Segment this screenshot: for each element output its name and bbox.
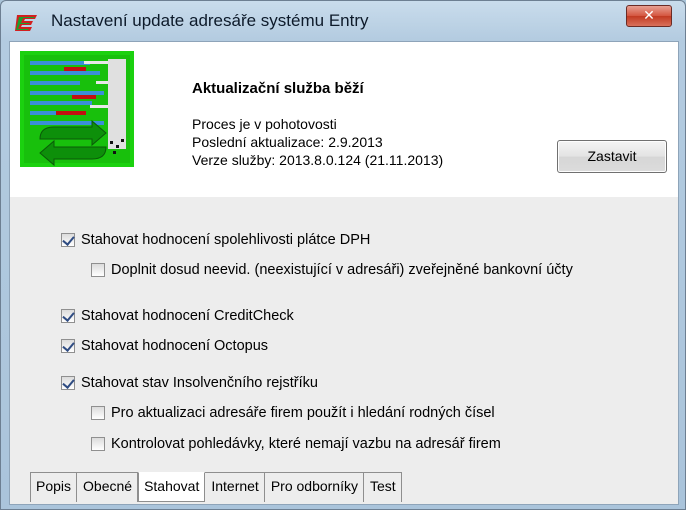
checkbox[interactable] bbox=[61, 309, 75, 323]
last-update-text: Poslední aktualizace: 2.9.2013 bbox=[192, 134, 383, 150]
checkbox[interactable] bbox=[91, 437, 105, 451]
option-label: Stahovat hodnocení spolehlivosti plátce … bbox=[81, 232, 371, 248]
checkbox[interactable] bbox=[61, 376, 75, 390]
dialog-client-area: Aktualizační služba běží Proces je v poh… bbox=[9, 41, 679, 505]
tab-obecne[interactable]: Obecné bbox=[77, 473, 139, 502]
service-logo-icon bbox=[20, 51, 134, 167]
tab-pro-odborniky[interactable]: Pro odborníky bbox=[264, 473, 364, 502]
option-label: Stahovat hodnocení Octopus bbox=[81, 338, 269, 354]
entry-app-icon bbox=[15, 15, 37, 31]
checkbox[interactable] bbox=[61, 233, 75, 247]
option-receivables-check[interactable]: Kontrolovat pohledávky, které nemají vaz… bbox=[91, 436, 501, 452]
option-vat-reliability[interactable]: Stahovat hodnocení spolehlivosti plátce … bbox=[61, 232, 370, 248]
option-bank-accounts[interactable]: Doplnit dosud neevid. (neexistující v ad… bbox=[91, 262, 573, 278]
title-bar[interactable]: Nastavení update adresáře systému Entry … bbox=[1, 1, 685, 41]
option-insolvency-register[interactable]: Stahovat stav Insolvenčního rejstříku bbox=[61, 375, 318, 391]
tab-bar: Popis Obecné Stahovat Internet Pro odbor… bbox=[30, 472, 402, 502]
service-status-title: Aktualizační služba běží bbox=[192, 80, 364, 97]
option-label: Stahovat stav Insolvenčního rejstříku bbox=[81, 375, 318, 391]
option-creditcheck[interactable]: Stahovat hodnocení CreditCheck bbox=[61, 308, 294, 324]
process-state-text: Proces je v pohotovosti bbox=[192, 116, 337, 132]
option-label: Doplnit dosud neevid. (neexistující v ad… bbox=[111, 262, 573, 278]
stop-button[interactable]: Zastavit bbox=[557, 140, 667, 173]
tab-test[interactable]: Test bbox=[364, 473, 402, 502]
option-octopus[interactable]: Stahovat hodnocení Octopus bbox=[61, 338, 268, 354]
option-birth-numbers[interactable]: Pro aktualizaci adresáře firem použít i … bbox=[91, 405, 495, 421]
option-label: Stahovat hodnocení CreditCheck bbox=[81, 308, 294, 324]
tab-popis[interactable]: Popis bbox=[30, 473, 78, 502]
checkbox[interactable] bbox=[91, 406, 105, 420]
close-icon: ✕ bbox=[643, 7, 655, 23]
option-label: Pro aktualizaci adresáře firem použít i … bbox=[111, 405, 495, 421]
tab-internet[interactable]: Internet bbox=[205, 473, 265, 502]
service-version-text: Verze služby: 2013.8.0.124 (21.11.2013) bbox=[192, 152, 444, 168]
checkbox[interactable] bbox=[91, 263, 105, 277]
status-panel: Aktualizační služba běží Proces je v poh… bbox=[10, 42, 678, 197]
dialog-window: Nastavení update adresáře systému Entry … bbox=[0, 0, 686, 510]
window-title: Nastavení update adresáře systému Entry bbox=[51, 11, 369, 30]
option-label: Kontrolovat pohledávky, které nemají vaz… bbox=[111, 436, 501, 452]
tab-stahovat[interactable]: Stahovat bbox=[138, 472, 206, 502]
checkbox[interactable] bbox=[61, 339, 75, 353]
close-button[interactable]: ✕ bbox=[626, 5, 672, 27]
